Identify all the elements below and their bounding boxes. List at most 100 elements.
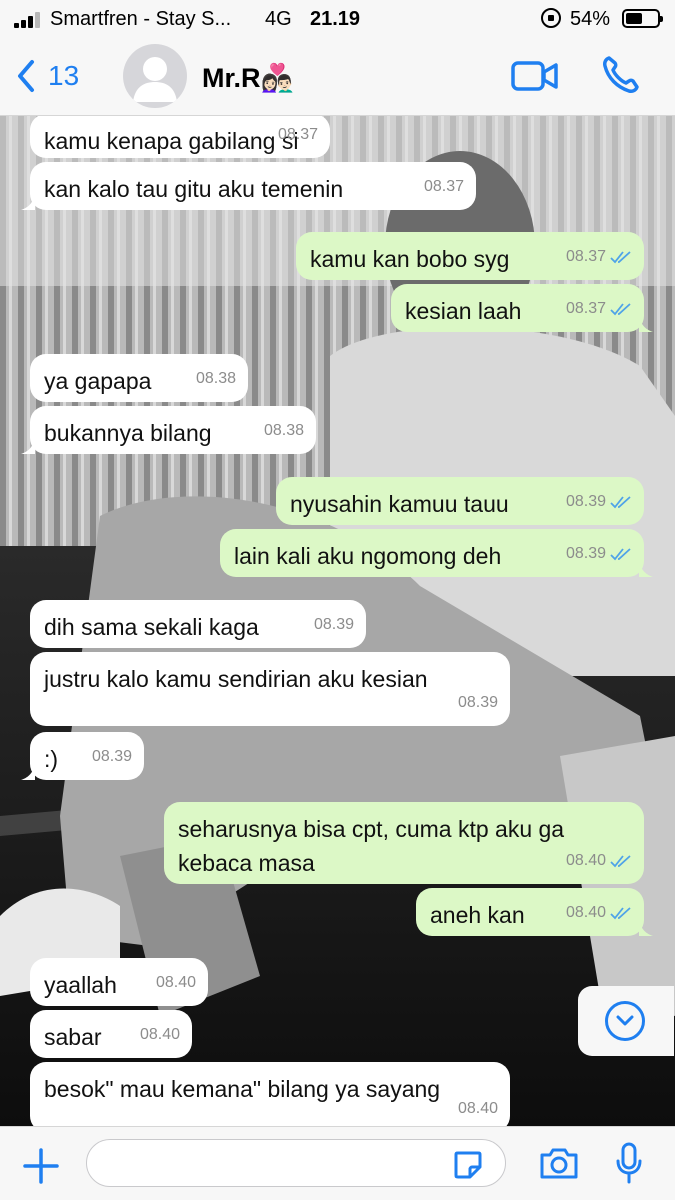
message-time: 08.37 — [565, 300, 606, 317]
message-time: 08.39 — [91, 748, 132, 765]
message-text: aneh kan — [430, 902, 525, 928]
message-text: nyusahin kamuu tauu — [290, 491, 509, 517]
bubble-tail — [639, 561, 653, 577]
plus-icon[interactable] — [22, 1147, 60, 1185]
phone-icon[interactable] — [600, 54, 640, 96]
message-time: 08.40 — [139, 1026, 180, 1043]
message-meta: 08.40 — [566, 844, 632, 878]
incoming-message[interactable]: bukannya bilang 08.38 — [21, 406, 316, 454]
status-bar: Smartfren - Stay S... 4G 21.19 54% — [0, 0, 675, 38]
battery-icon — [622, 9, 663, 28]
read-receipt-icon — [610, 855, 631, 868]
message-time: 08.37 — [423, 178, 464, 195]
microphone-icon[interactable] — [614, 1141, 644, 1185]
outgoing-message[interactable]: seharusnya bisa cpt, cuma ktp aku ga keb… — [164, 802, 644, 884]
camera-icon[interactable] — [538, 1145, 580, 1181]
incoming-message[interactable]: dih sama sekali kaga 08.39 — [30, 600, 366, 648]
message-text: dih sama sekali kaga — [44, 614, 259, 640]
incoming-message[interactable]: ya gapapa 08.38 — [30, 354, 248, 402]
read-receipt-icon — [610, 907, 631, 920]
message-time: 08.40 — [457, 1100, 498, 1117]
message-text: kesian laah — [405, 298, 522, 324]
message-time: 08.40 — [565, 904, 606, 921]
message-meta: 08.40 — [566, 896, 632, 930]
carrier-name: Smartfren - Stay S... — [50, 8, 232, 30]
rotation-lock-icon — [541, 8, 561, 28]
message-meta: 08.38 — [196, 362, 236, 396]
message-time: 08.39 — [565, 493, 606, 510]
message-meta: 08.37 — [566, 292, 632, 326]
outgoing-message[interactable]: nyusahin kamuu tauu 08.39 — [276, 477, 644, 525]
read-receipt-icon — [610, 251, 631, 264]
incoming-message[interactable]: sabar 08.40 — [30, 1010, 192, 1058]
message-meta: 08.39 — [314, 608, 354, 642]
message-text: kamu kan bobo syg — [310, 246, 510, 272]
message-meta: 08.39 — [566, 485, 632, 519]
message-text: bukannya bilang — [44, 420, 212, 446]
message-meta: 08.39 — [92, 740, 132, 774]
message-time: 08.37 — [565, 248, 606, 265]
video-call-icon[interactable] — [510, 56, 560, 96]
incoming-message[interactable]: kan kalo tau gitu aku temenin 08.37 — [21, 162, 476, 210]
message-text: sabar — [44, 1024, 102, 1050]
chat-area[interactable]: kamu kenapa gabilang si 08.37 kan kalo tau… — [0, 116, 675, 1126]
message-text: :) — [44, 746, 59, 772]
bubble-tail — [21, 194, 35, 210]
message-meta: 08.40 — [458, 1092, 498, 1126]
message-text: lain kali aku ngomong deh — [234, 543, 502, 569]
message-input-bar — [0, 1126, 675, 1200]
bubble-tail — [639, 920, 653, 936]
incoming-message[interactable]: kamu kenapa gabilang si 08.37 — [30, 116, 330, 158]
read-receipt-icon — [610, 303, 631, 316]
message-meta: 08.40 — [140, 1018, 180, 1052]
message-input[interactable] — [86, 1139, 506, 1187]
chevron-down-icon — [605, 1001, 645, 1041]
incoming-message[interactable]: :) 08.39 — [21, 732, 144, 780]
message-text: yaallah — [44, 972, 117, 998]
message-time: 08.38 — [195, 370, 236, 387]
signal-strength-icon — [14, 12, 42, 28]
message-time: 08.40 — [155, 974, 196, 991]
battery-percent: 54% — [570, 8, 611, 30]
message-meta: 08.37 — [566, 240, 632, 274]
default-avatar-icon — [133, 57, 177, 102]
message-text: kamu kenapa gabilang si — [44, 128, 299, 154]
incoming-message[interactable]: besok" mau kemana" bilang ya sayang 08.40 — [30, 1062, 510, 1126]
message-text: besok" mau kemana" bilang ya sayang — [44, 1076, 441, 1102]
read-receipt-icon — [610, 548, 631, 561]
outgoing-message[interactable]: kesian laah 08.37 — [391, 284, 653, 332]
message-meta: 08.38 — [264, 414, 304, 448]
message-meta: 08.39 — [566, 537, 632, 571]
status-time: 21.19 — [310, 8, 361, 30]
outgoing-message[interactable]: aneh kan 08.40 — [416, 888, 653, 936]
sticker-icon[interactable] — [452, 1149, 484, 1181]
read-receipt-icon — [610, 496, 631, 509]
message-meta: 08.37 — [278, 118, 318, 152]
message-text: ya gapapa — [44, 368, 152, 394]
scroll-to-bottom-button[interactable] — [578, 986, 674, 1056]
message-time: 08.37 — [277, 126, 318, 143]
network-type: 4G — [265, 8, 292, 30]
message-time: 08.39 — [457, 694, 498, 711]
chevron-left-icon — [18, 60, 34, 92]
message-text: justru kalo kamu sendirian aku kesian — [44, 666, 428, 692]
outgoing-message[interactable]: kamu kan bobo syg 08.37 — [296, 232, 644, 280]
message-meta: 08.40 — [156, 966, 196, 1000]
message-time: 08.40 — [565, 852, 606, 869]
back-button[interactable]: 13 — [12, 54, 79, 98]
message-text: kan kalo tau gitu aku temenin — [44, 176, 344, 202]
incoming-message[interactable]: yaallah 08.40 — [30, 958, 208, 1006]
contact-name[interactable]: Mr.R👩🏻‍❤️‍👨🏻 — [202, 62, 294, 94]
message-time: 08.39 — [313, 616, 354, 633]
bubble-tail — [21, 438, 35, 454]
chat-header: 13 Mr.R👩🏻‍❤️‍👨🏻 — [0, 38, 675, 116]
outgoing-message[interactable]: lain kali aku ngomong deh 08.39 — [220, 529, 653, 577]
message-meta: 08.39 — [458, 686, 498, 720]
message-time: 08.38 — [263, 422, 304, 439]
incoming-message[interactable]: justru kalo kamu sendirian aku kesian 08.… — [30, 652, 510, 726]
message-time: 08.39 — [565, 545, 606, 562]
bubble-tail — [21, 764, 35, 780]
contact-avatar[interactable] — [123, 44, 187, 108]
message-text: seharusnya bisa cpt, cuma ktp aku ga keb… — [178, 816, 565, 876]
bubble-tail — [639, 316, 653, 332]
